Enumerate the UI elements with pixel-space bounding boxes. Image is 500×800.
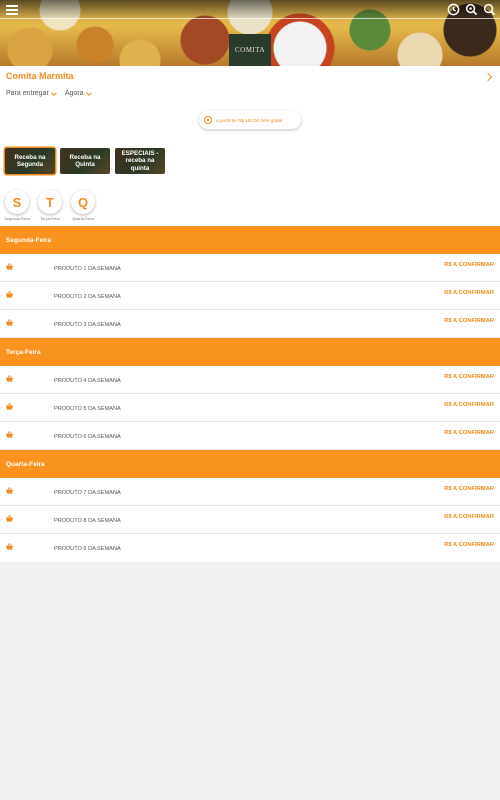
basket-icon — [6, 543, 13, 550]
chevron-down-icon — [85, 89, 92, 96]
header-banner: COMITA — [0, 0, 500, 66]
day-quarta[interactable]: Q Quarta-Feira — [71, 190, 95, 221]
basket-icon — [6, 487, 13, 494]
header-divider — [0, 18, 500, 19]
item-price: R$ A CONFIRMAR — [444, 262, 494, 268]
day-terca[interactable]: T Terça-Feira — [38, 190, 62, 221]
day-label: Segunda-Feira — [4, 217, 30, 221]
order-options: Para entregar Agora — [6, 89, 92, 97]
day-label: Terça-Feira — [40, 217, 60, 221]
day-segunda[interactable]: S Segunda-Feira — [4, 190, 30, 221]
time-select[interactable]: Agora — [64, 89, 92, 97]
product-menu: Segunda-Feira PRODUTO 1 DA SEMANA R$ A C… — [0, 226, 500, 562]
basket-icon — [6, 431, 13, 438]
basket-icon — [6, 291, 13, 298]
category-receba-quinta[interactable]: Receba na Quinta — [60, 148, 110, 174]
list-item[interactable]: PRODUTO 8 DA SEMANA R$ A CONFIRMAR — [0, 506, 500, 534]
promo-text: a partir de R$ 150,00 frete grátis — [216, 117, 283, 123]
basket-icon — [6, 319, 13, 326]
day-letter: Q — [71, 190, 95, 214]
list-item[interactable]: PRODUTO 3 DA SEMANA R$ A CONFIRMAR — [0, 310, 500, 338]
time-label: Agora — [64, 90, 84, 97]
list-item[interactable]: PRODUTO 9 DA SEMANA R$ A CONFIRMAR — [0, 534, 500, 562]
basket-icon — [6, 375, 13, 382]
list-item[interactable]: PRODUTO 5 DA SEMANA R$ A CONFIRMAR — [0, 394, 500, 422]
header-actions — [447, 3, 496, 16]
chevron-right-icon[interactable] — [483, 72, 493, 82]
item-name: PRODUTO 4 DA SEMANA — [54, 378, 121, 384]
item-price: R$ A CONFIRMAR — [444, 318, 494, 324]
item-name: PRODUTO 5 DA SEMANA — [54, 406, 121, 412]
item-price: R$ A CONFIRMAR — [444, 430, 494, 436]
item-name: PRODUTO 2 DA SEMANA — [54, 294, 121, 300]
day-filter: S Segunda-Feira T Terça-Feira Q Quarta-F… — [4, 190, 95, 221]
item-name: PRODUTO 1 DA SEMANA — [54, 266, 121, 272]
item-price: R$ A CONFIRMAR — [444, 374, 494, 380]
search-icon[interactable] — [465, 3, 478, 16]
basket-icon — [6, 263, 13, 270]
list-item[interactable]: PRODUTO 1 DA SEMANA R$ A CONFIRMAR — [0, 254, 500, 282]
category-label: Receba na Quinta — [69, 153, 101, 168]
magnifier-icon[interactable] — [483, 3, 496, 16]
day-label: Quarta-Feira — [72, 217, 94, 221]
shipping-icon — [204, 116, 212, 124]
list-item[interactable]: PRODUTO 6 DA SEMANA R$ A CONFIRMAR — [0, 422, 500, 450]
delivery-mode-label: Para entregar — [6, 90, 49, 97]
section-header: Quarta-Feira — [0, 450, 500, 478]
item-name: PRODUTO 9 DA SEMANA — [54, 546, 121, 552]
item-price: R$ A CONFIRMAR — [444, 486, 494, 492]
item-price: R$ A CONFIRMAR — [444, 402, 494, 408]
store-name[interactable]: Comita Marmita — [6, 71, 74, 81]
category-tabs: Receba na Segunda Receba na Quinta ESPEC… — [5, 148, 165, 174]
free-shipping-badge[interactable]: a partir de R$ 150,00 frete grátis — [199, 111, 301, 129]
store-logo: COMITA — [229, 34, 271, 66]
item-price: R$ A CONFIRMAR — [444, 290, 494, 296]
list-item[interactable]: PRODUTO 2 DA SEMANA R$ A CONFIRMAR — [0, 282, 500, 310]
day-letter: T — [38, 190, 62, 214]
chevron-down-icon — [50, 89, 57, 96]
category-label: Receba na Segunda — [14, 153, 46, 168]
section-header: Terça-Feira — [0, 338, 500, 366]
basket-icon — [6, 515, 13, 522]
delivery-mode-select[interactable]: Para entregar — [6, 89, 57, 97]
item-name: PRODUTO 8 DA SEMANA — [54, 518, 121, 524]
item-name: PRODUTO 3 DA SEMANA — [54, 322, 121, 328]
category-receba-segunda[interactable]: Receba na Segunda — [5, 148, 55, 174]
basket-icon — [6, 403, 13, 410]
category-especiais[interactable]: ESPECIAIS - receba na quinta — [115, 148, 165, 174]
day-letter: S — [5, 190, 29, 214]
store-panel: Comita Marmita Para entregar Agora a par… — [0, 66, 500, 226]
menu-icon[interactable] — [6, 5, 18, 15]
section-header: Segunda-Feira — [0, 226, 500, 254]
item-name: PRODUTO 6 DA SEMANA — [54, 434, 121, 440]
list-item[interactable]: PRODUTO 7 DA SEMANA R$ A CONFIRMAR — [0, 478, 500, 506]
item-price: R$ A CONFIRMAR — [444, 514, 494, 520]
list-item[interactable]: PRODUTO 4 DA SEMANA R$ A CONFIRMAR — [0, 366, 500, 394]
clock-icon[interactable] — [447, 3, 460, 16]
category-label: ESPECIAIS - receba na quinta — [121, 150, 159, 172]
item-price: R$ A CONFIRMAR — [444, 542, 494, 548]
item-name: PRODUTO 7 DA SEMANA — [54, 490, 121, 496]
